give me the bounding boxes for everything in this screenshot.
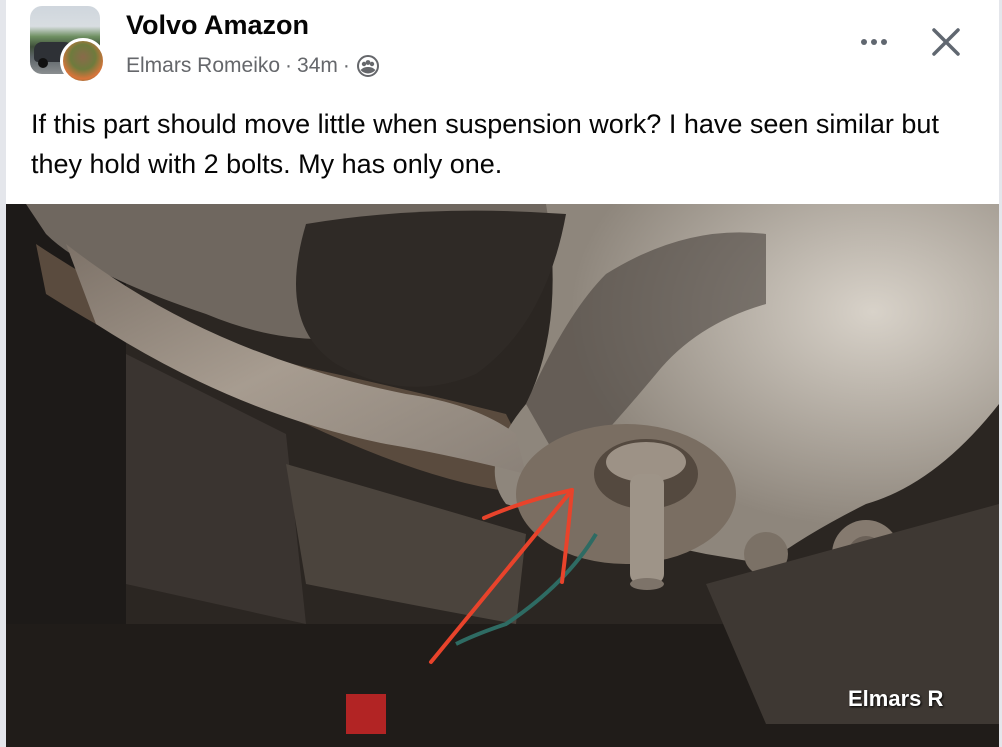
author-name-link[interactable]: Elmars Romeiko [126,54,280,78]
dot [881,39,887,45]
photo-watermark: Elmars R [848,686,944,711]
post-header: Volvo Amazon Elmars Romeiko · 34m · [0,0,1002,100]
post-time-link[interactable]: 34m [297,54,338,78]
more-options-icon[interactable] [856,28,892,56]
meta-separator: · [342,54,350,77]
user-avatar[interactable] [60,38,106,84]
group-members-icon[interactable] [356,55,379,77]
meta-separator: · [285,54,293,77]
dot [861,39,867,45]
close-icon[interactable] [928,24,964,60]
car-wheel [38,58,48,68]
post-text: If this part should move little when sus… [31,109,939,179]
suspension-photo [6,204,999,747]
post-photo[interactable]: Elmars R [6,204,999,747]
dot [871,39,877,45]
group-name-link[interactable]: Volvo Amazon [126,10,309,41]
avatar-group[interactable] [30,6,106,84]
post-meta: Elmars Romeiko · 34m · [126,54,379,78]
